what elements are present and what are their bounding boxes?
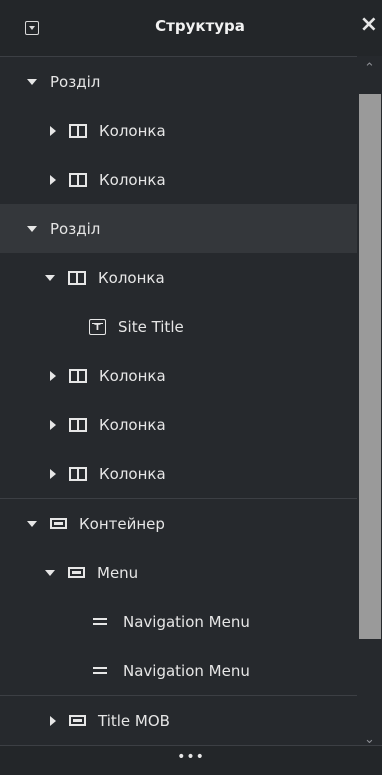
panel-footer: •••: [0, 745, 382, 775]
tree-item-label: Колонка: [99, 170, 166, 189]
tree-item-label: Колонка: [99, 121, 166, 140]
tree-item-nav-menu[interactable]: Navigation Menu: [0, 597, 357, 646]
caret-down-icon[interactable]: [27, 225, 37, 232]
close-icon[interactable]: ×: [360, 14, 378, 36]
tree-item-label: Колонка: [99, 415, 166, 434]
caret-right-icon[interactable]: [50, 174, 56, 185]
caret-down-icon[interactable]: [45, 569, 55, 576]
tree-item-label: Site Title: [118, 317, 184, 336]
tree-item-nav-menu[interactable]: Navigation Menu: [0, 646, 357, 695]
caret-down-icon[interactable]: [27, 520, 37, 527]
nav-menu-icon: [93, 667, 107, 674]
more-options-icon[interactable]: •••: [0, 749, 382, 765]
tree-item-label: Title MOB: [98, 711, 170, 730]
caret-right-icon[interactable]: [50, 715, 56, 726]
tree-item-label: Menu: [97, 563, 139, 582]
structure-tree: Розділ Колонка Колонка Розділ Колонка Si…: [0, 56, 357, 745]
tree-item-column[interactable]: Колонка: [0, 400, 357, 449]
caret-right-icon[interactable]: [50, 468, 56, 479]
tree-item-section-selected[interactable]: Розділ: [0, 204, 357, 253]
tree-item-column[interactable]: Колонка: [0, 351, 357, 400]
tree-item-label: Розділ: [50, 219, 101, 238]
tree-item-label: Колонка: [99, 366, 166, 385]
tree-item-label: Navigation Menu: [123, 661, 250, 680]
column-icon: [69, 368, 87, 383]
caret-down-icon[interactable]: [27, 78, 37, 85]
site-title-icon: [89, 318, 106, 335]
tree-item-container[interactable]: Контейнер: [0, 498, 357, 548]
column-icon: [69, 417, 87, 432]
tree-item-column[interactable]: Колонка: [0, 106, 357, 155]
caret-down-icon[interactable]: [45, 274, 55, 281]
scrollbar-thumb[interactable]: [359, 94, 381, 639]
column-icon: [68, 270, 86, 285]
container-icon: [69, 715, 86, 726]
panel-title: Структура: [155, 17, 245, 35]
tree-item-label: Розділ: [50, 72, 101, 91]
tree-item-section[interactable]: Розділ: [0, 56, 357, 106]
scrollbar[interactable]: ⌃ ⌄: [357, 56, 382, 756]
tree-item-column[interactable]: Колонка: [0, 155, 357, 204]
column-icon: [69, 466, 87, 481]
column-icon: [69, 172, 87, 187]
caret-right-icon[interactable]: [50, 419, 56, 430]
nav-menu-icon: [93, 618, 107, 625]
tree-item-label: Контейнер: [79, 514, 165, 533]
tree-item-container[interactable]: Menu: [0, 548, 357, 597]
scroll-up-icon[interactable]: ⌃: [363, 62, 376, 75]
tree-item-column[interactable]: Колонка: [0, 253, 357, 302]
panel-header: Структура ×: [0, 0, 382, 57]
caret-right-icon[interactable]: [50, 125, 56, 136]
tree-item-column[interactable]: Колонка: [0, 449, 357, 498]
container-icon: [50, 518, 67, 529]
container-icon: [68, 567, 85, 578]
caret-right-icon[interactable]: [50, 370, 56, 381]
column-icon: [69, 123, 87, 138]
tree-item-site-title[interactable]: Site Title: [0, 302, 357, 351]
tree-item-container[interactable]: Title MOB: [0, 695, 357, 745]
tree-item-label: Колонка: [98, 268, 165, 287]
structure-panel: Структура × Розділ Колонка Колонка Розді…: [0, 0, 382, 775]
tree-item-label: Колонка: [99, 464, 166, 483]
tree-item-label: Navigation Menu: [123, 612, 250, 631]
